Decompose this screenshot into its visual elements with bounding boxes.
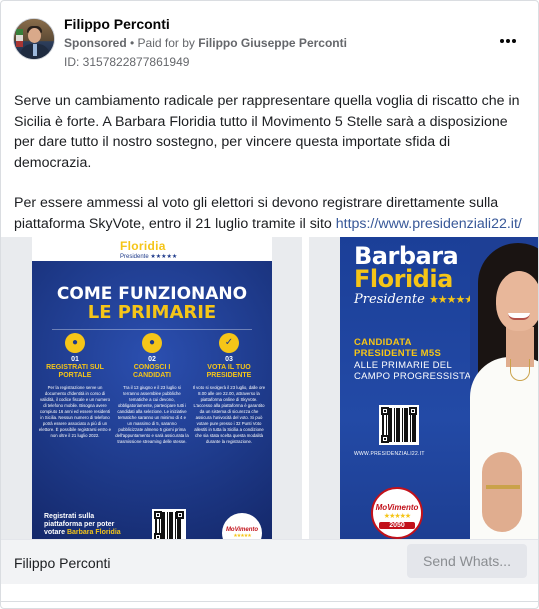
group-icon: ● <box>142 333 162 353</box>
step-title: VOTA IL TUO PRESIDENTE <box>206 364 252 379</box>
candidacy-text: CANDIDATA PRESIDENTE M5S <box>354 337 442 359</box>
candidate-poster: Barbara Floridia Presidente ★★★★★ CANDID… <box>340 237 538 539</box>
primaries-text: ALLE PRIMARIE DEL CAMPO PROGRESSISTA <box>354 360 472 382</box>
poster-title-line1: COME FUNZIONANO <box>56 284 248 304</box>
footer-page-name[interactable]: Filippo Perconti <box>14 555 111 571</box>
qr-code-icon <box>152 509 186 539</box>
step-register: ● 01 REGISTRATI SUL PORTALE Per la regis… <box>38 333 112 439</box>
candidate-role: Presidente ★★★★★ <box>354 292 474 307</box>
image-carousel[interactable]: Floridia Presidente ★★★★★ COME FUNZIONAN… <box>1 237 538 539</box>
more-options-button[interactable] <box>495 33 521 49</box>
author-name[interactable]: Filippo Perconti <box>64 16 170 32</box>
send-whatsapp-button[interactable]: Send Whats... <box>407 544 527 578</box>
step-vote: ✓ 03 VOTA IL TUO PRESIDENTE Il voto si s… <box>192 333 266 445</box>
avatar[interactable] <box>13 18 55 60</box>
poster-brand-sub: Presidente ★★★★★ <box>120 254 178 260</box>
m5s-logo: MoVimento ★★★★★ 2050 <box>371 487 423 539</box>
candidate-role-label: Presidente <box>354 292 425 307</box>
poster-footer-name: Barbara Floridia <box>66 529 121 536</box>
sponsored-post-card: Filippo Perconti Sponsored • Paid for by… <box>0 0 539 609</box>
post-paragraph-2: Per essere ammessi al voto gli elettori … <box>14 193 528 234</box>
poster-title-line2: LE PRIMARIE <box>87 302 217 323</box>
m5s-logo: MoVimento ★★★★★ <box>222 513 262 539</box>
m5s-logo-text: MoVimento <box>375 503 419 512</box>
step-text: Il voto si svolgerà il 23 luglio, dalle … <box>192 385 266 444</box>
m5s-stars: ★★★★★ <box>383 513 411 520</box>
site-link[interactable]: https://www.presidenziali22.it/ <box>336 216 522 232</box>
ad-footer: Filippo Perconti Send Whats... <box>1 539 538 584</box>
vote-check-icon: ✓ <box>219 333 239 353</box>
role-stars: ★★★★★ <box>428 293 474 306</box>
payer-name: Filippo Giuseppe Perconti <box>198 36 347 50</box>
poster-brand: Floridia <box>120 239 166 253</box>
step-number: 02 <box>148 356 156 363</box>
poster-site-url: WWW.PRESIDENZIALI22.IT <box>354 451 425 457</box>
flag-graphic <box>16 29 23 47</box>
sponsored-line: Sponsored • Paid for by Filippo Giuseppe… <box>64 36 347 50</box>
post-paragraph-1: Serve un cambiamento radicale per rappre… <box>14 93 520 171</box>
primarie-infographic: Floridia Presidente ★★★★★ COME FUNZIONAN… <box>32 237 272 539</box>
poster-footer-text: Registrati sulla piattaforma per poter v… <box>44 513 134 537</box>
step-candidates: ● 02 CONOSCI I CANDIDATI Tra il 13 giugn… <box>115 333 189 445</box>
qr-code-icon <box>379 405 419 445</box>
sponsored-label: Sponsored <box>64 36 127 50</box>
carousel-slide-1[interactable]: Floridia Presidente ★★★★★ COME FUNZIONAN… <box>1 237 302 539</box>
m5s-year: 2050 <box>379 522 415 529</box>
candidate-last-name: Floridia <box>354 265 453 293</box>
more-horizontal-icon <box>500 39 504 43</box>
step-title: REGISTRATI SUL PORTALE <box>46 364 104 379</box>
paid-for-label: • Paid for by <box>130 36 195 50</box>
candidate-photo <box>470 237 538 539</box>
step-text: Per la registrazione serve un documento … <box>38 385 112 438</box>
carousel-slide-2[interactable]: Barbara Floridia Presidente ★★★★★ CANDID… <box>309 237 538 539</box>
user-icon: ● <box>65 333 85 353</box>
step-number: 03 <box>225 356 233 363</box>
step-text: Tra il 13 giugno e il 23 luglio si terra… <box>115 385 189 444</box>
step-number: 01 <box>71 356 79 363</box>
ad-id: ID: 3157822877861949 <box>64 55 190 69</box>
post-body: Serve un cambiamento radicale per rappre… <box>14 91 528 255</box>
step-title: CONOSCI I CANDIDATI <box>133 364 171 379</box>
